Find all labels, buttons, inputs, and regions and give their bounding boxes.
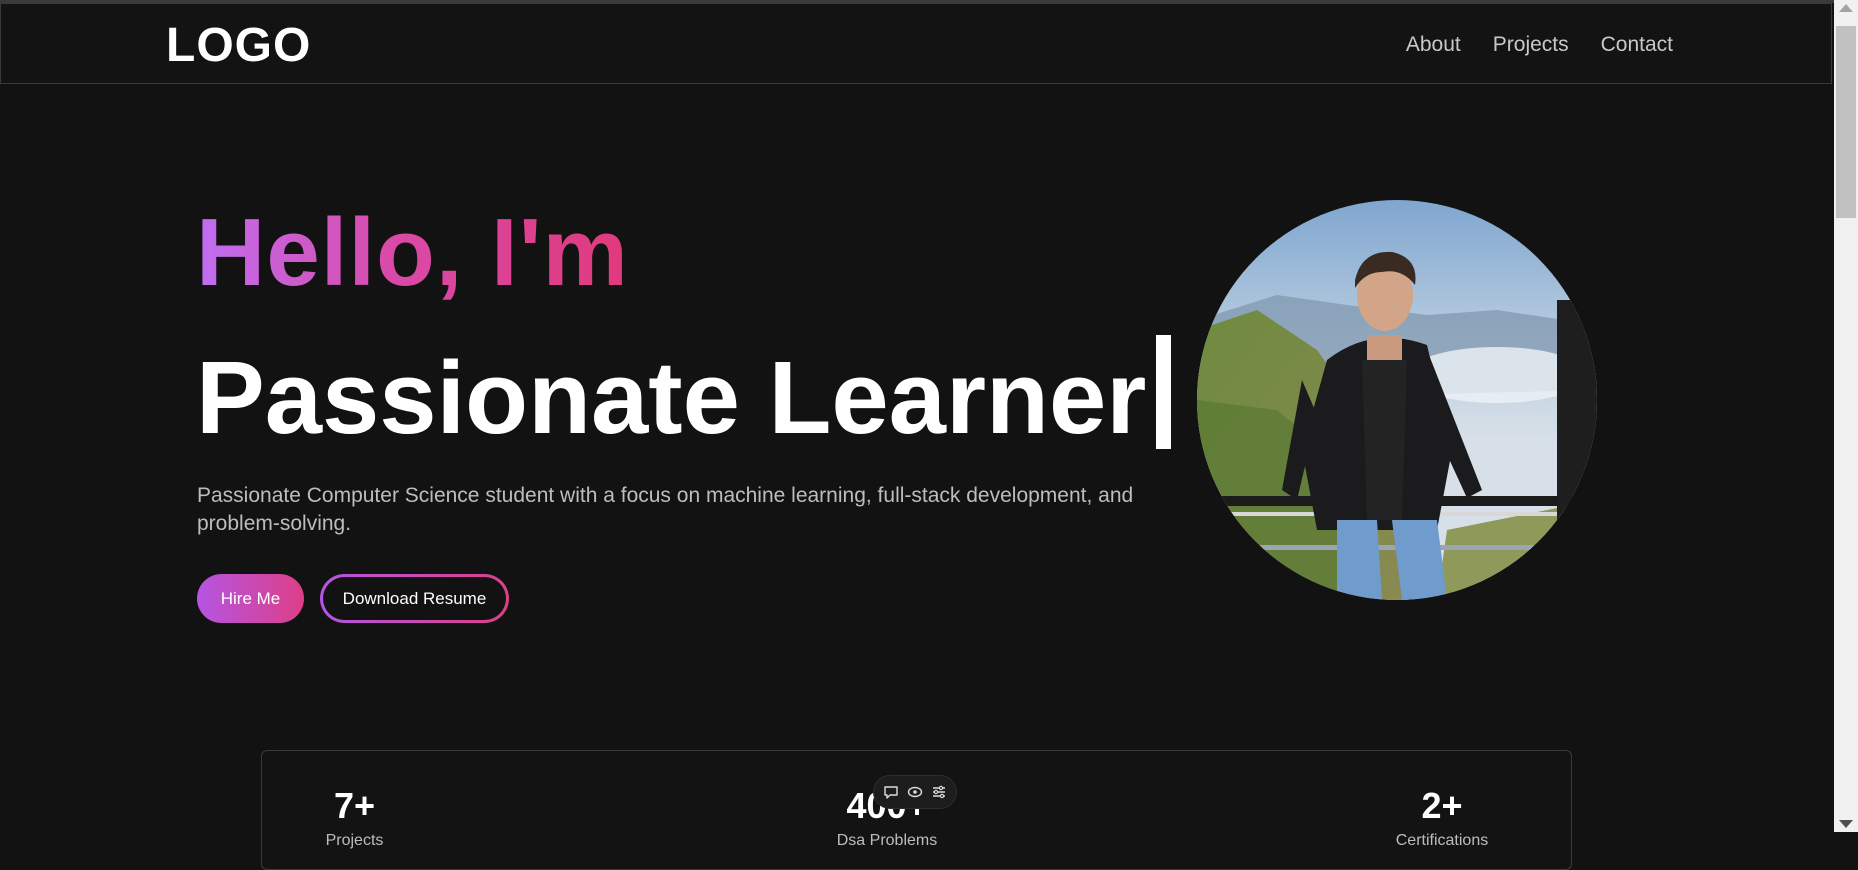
scrollbar-thumb[interactable]	[1836, 26, 1856, 218]
hero-title-text: Passionate Learner	[196, 340, 1147, 455]
nav-link-about[interactable]: About	[1406, 32, 1461, 58]
stat-label: Dsa Problems	[836, 832, 938, 849]
hero-title: Passionate Learner	[196, 335, 1172, 458]
navbar: LOGO About Projects Contact	[0, 3, 1832, 84]
stat-label: Projects	[325, 832, 384, 849]
comment-icon[interactable]	[883, 784, 899, 800]
stat-label: Certifications	[1395, 832, 1489, 849]
hero-description: Passionate Computer Science student with…	[197, 484, 1134, 535]
stats-card: 7+ Projects 400+ Dsa Problems 2+ Certifi…	[261, 750, 1572, 870]
download-resume-label: Download Resume	[323, 577, 506, 620]
stat-value: 7+	[333, 785, 376, 826]
stat-value: 2+	[1421, 785, 1463, 826]
hire-me-button[interactable]: Hire Me	[197, 574, 304, 623]
nav-links: About Projects Contact	[1406, 32, 1673, 58]
stat-certifications: 2+ Certifications	[1382, 785, 1502, 851]
sliders-icon[interactable]	[931, 784, 947, 800]
download-resume-button[interactable]: Download Resume	[320, 574, 509, 623]
typing-cursor	[1156, 335, 1172, 449]
scroll-up-arrow-icon[interactable]	[1839, 4, 1853, 12]
profile-photo	[1197, 200, 1597, 600]
profile-photo-image	[1197, 200, 1597, 600]
nav-link-projects[interactable]: Projects	[1493, 32, 1569, 58]
scroll-down-arrow-icon[interactable]	[1839, 820, 1853, 828]
page-scrollbar[interactable]	[1834, 0, 1858, 832]
nav-link-contact[interactable]: Contact	[1601, 32, 1673, 58]
eye-icon[interactable]	[907, 784, 923, 800]
floating-toolbar	[873, 775, 957, 809]
hero-greeting: Hello, I'm	[196, 199, 629, 306]
logo[interactable]: LOGO	[166, 18, 311, 74]
stat-projects: 7+ Projects	[302, 785, 407, 851]
